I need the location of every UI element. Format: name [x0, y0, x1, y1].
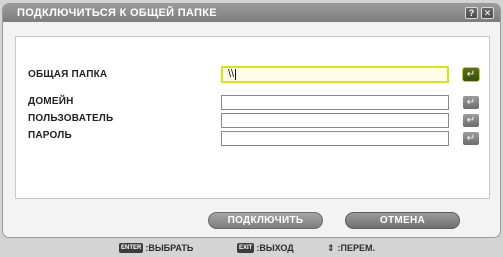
- enter-hint: ENTER :ВЫБРАТЬ: [119, 243, 193, 253]
- close-icon[interactable]: ✕: [481, 7, 494, 19]
- shared-folder-enter-icon[interactable]: ↵: [462, 67, 480, 82]
- password-label: ПАРОЛЬ: [28, 130, 72, 141]
- dialog-title: ПОДКЛЮЧИТЬСЯ К ОБЩЕЙ ПАПКЕ: [17, 7, 217, 19]
- password-enter-icon[interactable]: ↵: [463, 132, 479, 145]
- move-hint: ⇕ :ПЕРЕМ.: [327, 243, 375, 254]
- shared-folder-label: ОБЩАЯ ПАПКА: [28, 69, 108, 80]
- exit-key-icon: EXIT: [237, 243, 255, 253]
- shared-folder-input[interactable]: \\: [221, 66, 449, 83]
- exit-hint: EXIT :ВЫХОД: [237, 243, 294, 253]
- up-down-arrow-icon: ⇕: [327, 242, 335, 253]
- connect-share-dialog: ПОДКЛЮЧИТЬСЯ К ОБЩЕЙ ПАПКЕ ? ✕ ОБЩАЯ ПАП…: [2, 3, 501, 238]
- user-enter-icon[interactable]: ↵: [463, 114, 479, 127]
- form-panel: ОБЩАЯ ПАПКА \\ ↵ ДОМЕЙН ↵ ПОЛЬЗОВАТЕЛЬ ↵…: [15, 36, 490, 199]
- enter-hint-text: :ВЫБРАТЬ: [145, 243, 194, 253]
- exit-hint-text: :ВЫХОД: [256, 243, 294, 253]
- title-buttons: ? ✕: [465, 7, 494, 19]
- cancel-button[interactable]: ОТМЕНА: [345, 212, 460, 229]
- footer-hints: ENTER :ВЫБРАТЬ EXIT :ВЫХОД ⇕ :ПЕРЕМ.: [0, 241, 503, 255]
- move-hint-text: :ПЕРЕМ.: [337, 243, 376, 253]
- enter-key-icon: ENTER: [119, 243, 144, 253]
- domain-label: ДОМЕЙН: [28, 96, 74, 107]
- title-bar: ПОДКЛЮЧИТЬСЯ К ОБЩЕЙ ПАПКЕ ? ✕: [3, 4, 500, 22]
- user-input[interactable]: [221, 113, 449, 128]
- password-input[interactable]: [221, 131, 449, 146]
- domain-input[interactable]: [221, 95, 449, 110]
- domain-enter-icon[interactable]: ↵: [463, 96, 479, 109]
- help-icon[interactable]: ?: [465, 7, 478, 19]
- user-label: ПОЛЬЗОВАТЕЛЬ: [28, 113, 114, 124]
- text-caret: [235, 68, 237, 80]
- connect-button[interactable]: ПОДКЛЮЧИТЬ: [208, 212, 323, 229]
- shared-folder-value: \\: [228, 68, 235, 80]
